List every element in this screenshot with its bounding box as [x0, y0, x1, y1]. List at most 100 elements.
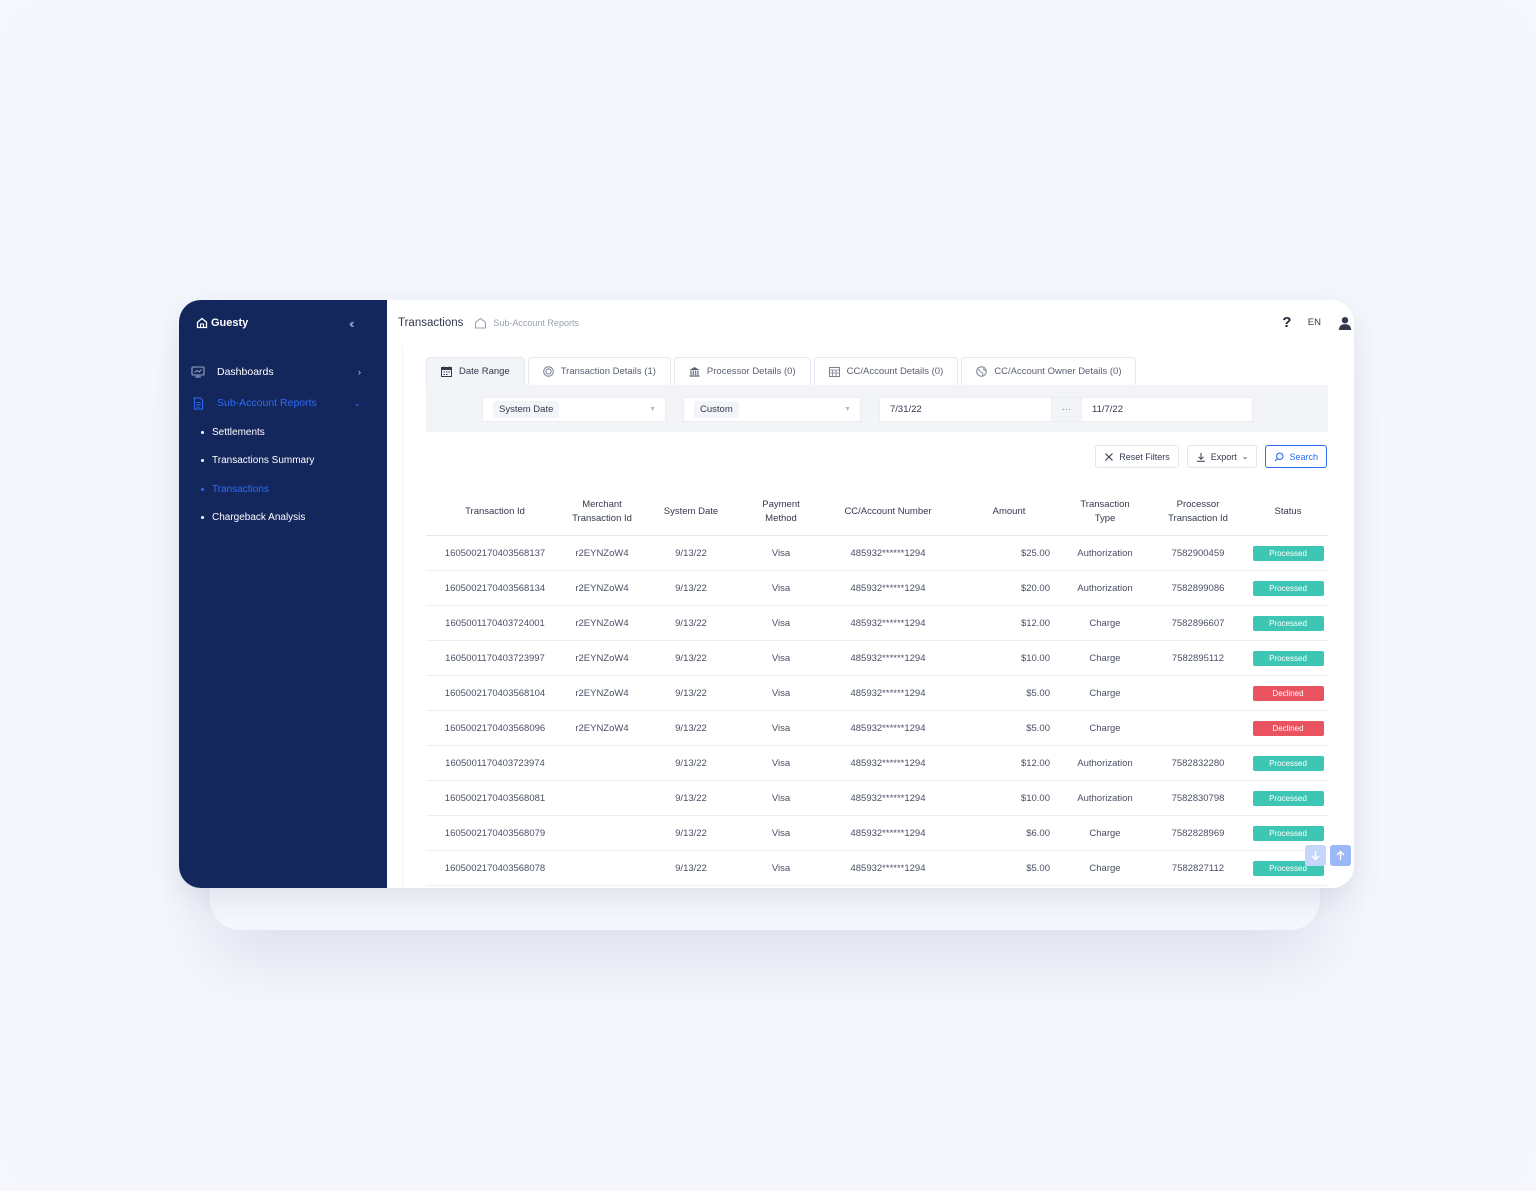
range-type-select[interactable]: Custom ▼ [683, 397, 861, 422]
column-header[interactable]: Transaction Type [1062, 498, 1148, 526]
tab-cc-account-owner-details[interactable]: CC/Account Owner Details (0) [961, 357, 1137, 385]
breadcrumb[interactable]: Sub-Account Reports [474, 317, 579, 329]
column-header-label: CC/Account Number [844, 506, 932, 517]
column-header-label: Amount [992, 506, 1026, 517]
table-cell: 485932******1294 [850, 687, 926, 699]
arrow-down-icon [1311, 851, 1320, 861]
table-cell: Processed [1248, 755, 1328, 771]
table-row[interactable]: 1605002170403568079 9/13/22 Visa 485932****… [426, 816, 1328, 851]
sidebar-item-label: Sub-Account Reports [217, 397, 317, 409]
chevron-down-icon: ⌄ [353, 397, 361, 408]
tab-date-range[interactable]: Date Range [426, 357, 525, 385]
tab-cc-account-details[interactable]: CC/Account Details (0) [813, 357, 959, 385]
date-to-value: 11/7/22 [1092, 404, 1123, 415]
page-title: Transactions [398, 317, 464, 329]
table-cell: 1605001170403723974 [445, 757, 545, 769]
status-badge: Processed [1252, 650, 1324, 666]
tab-transaction-details[interactable]: Transaction Details (1) [527, 357, 671, 385]
calendar-icon [441, 366, 452, 377]
transactions-table: Transaction Id Merchant Transaction Id Syst… [426, 489, 1328, 886]
user-icon[interactable] [1338, 316, 1352, 330]
date-range-separator: ··· [1051, 397, 1082, 422]
table-cell: Processed [1248, 650, 1328, 666]
target-icon [542, 366, 554, 377]
sidebar-subitem-transactions[interactable]: Transactions [201, 484, 269, 495]
table-row[interactable]: 1605002170403568078 9/13/22 Visa 485932****… [426, 851, 1328, 886]
main-area: Transactions Sub-Account Reports ? EN Da… [387, 300, 1354, 888]
column-header-label: Transaction Id [1168, 513, 1228, 524]
column-header[interactable]: Status [1248, 505, 1328, 519]
sidebar-subitem-settlements[interactable]: Settlements [201, 427, 265, 438]
table-row[interactable]: 1605001170403723974 9/13/22 Visa 485932****… [426, 746, 1328, 781]
table-cell: Visa [771, 757, 791, 769]
column-header[interactable]: CC/Account Number [820, 505, 956, 519]
table-cell: r2EYNZoW4 [575, 687, 629, 699]
table-cell: 9/13/22 [675, 582, 707, 594]
table-cell: 1605001170403723997 [445, 652, 545, 664]
column-header[interactable]: System Date [640, 505, 742, 519]
export-button[interactable]: Export ⌄ [1186, 445, 1258, 468]
status-badge: Processed [1252, 545, 1324, 561]
table-row[interactable]: 1605001170403723997 r2EYNZoW4 9/13/22 Visa 4… [426, 641, 1328, 676]
table-cell: 9/13/22 [675, 827, 707, 839]
table-cell: r2EYNZoW4 [575, 652, 629, 664]
table-cell: Charge [1089, 617, 1121, 629]
column-header[interactable]: Merchant Transaction Id [564, 498, 640, 526]
search-label: Search [1289, 451, 1318, 462]
sidebar-subitem-transactions-summary[interactable]: Transactions Summary [201, 455, 314, 466]
status-badge: Declined [1252, 720, 1324, 736]
column-header-label: Type [1094, 513, 1116, 524]
brand-logo[interactable]: Guesty [196, 317, 248, 329]
date-field-select[interactable]: System Date ▼ [482, 397, 666, 422]
tab-label: CC/Account Owner Details (0) [994, 366, 1122, 377]
tab-label: Processor Details (0) [706, 366, 796, 377]
column-header-label: Transaction [1080, 499, 1130, 510]
document-icon [191, 396, 205, 410]
top-bar: Transactions Sub-Account Reports ? EN [387, 300, 1354, 346]
status-badge: Processed [1252, 755, 1324, 771]
scroll-up-button[interactable] [1330, 845, 1351, 866]
column-header[interactable]: Processor Transaction Id [1148, 498, 1248, 526]
table-row[interactable]: 1605002170403568104 r2EYNZoW4 9/13/22 Visa 4… [426, 676, 1328, 711]
table-row[interactable]: 1605002170403568096 r2EYNZoW4 9/13/22 Visa 4… [426, 711, 1328, 746]
column-header[interactable]: Amount [956, 505, 1062, 519]
table-cell: Processed [1248, 545, 1328, 561]
column-header[interactable]: Payment Method [742, 498, 820, 526]
sidebar-item-sub-account-reports[interactable]: Sub-Account Reports ⌄ [191, 396, 375, 410]
table-cell: Visa [771, 582, 791, 594]
table-cell: 485932******1294 [850, 862, 926, 874]
sidebar-item-dashboards[interactable]: Dashboards › [191, 366, 375, 378]
table-actions: Reset Filters Export ⌄ Search [1095, 445, 1327, 468]
sidebar-subitem-chargeback-analysis[interactable]: Chargeback Analysis [201, 512, 305, 523]
table-cell: 1605001170403724001 [445, 617, 545, 629]
table-row[interactable]: 1605002170403568081 9/13/22 Visa 485932****… [426, 781, 1328, 816]
collapse-sidebar-icon[interactable]: ‹‹ [349, 316, 354, 331]
table-cell: $10.00 [1020, 652, 1050, 664]
language-selector[interactable]: EN [1308, 317, 1321, 328]
table-row[interactable]: 1605001170403724001 r2EYNZoW4 9/13/22 Visa 4… [426, 606, 1328, 641]
table-cell: 1605002170403568081 [444, 792, 546, 804]
date-to-input[interactable]: 11/7/22 [1081, 397, 1253, 422]
column-header[interactable]: Transaction Id [426, 505, 564, 519]
bullet-icon [201, 516, 204, 519]
date-from-input[interactable]: 7/31/22 [879, 397, 1052, 422]
search-button[interactable]: Search [1265, 445, 1327, 468]
table-cell: 9/13/22 [675, 757, 707, 769]
table-row[interactable]: 1605002170403568137 r2EYNZoW4 9/13/22 Visa 4… [426, 536, 1328, 571]
help-icon[interactable]: ? [1278, 314, 1296, 331]
table-cell: 7582828969 [1171, 827, 1225, 839]
table-cell: 7582827112 [1171, 862, 1225, 874]
table-cell: 1605002170403568078 [444, 862, 546, 874]
tab-label: CC/Account Details (0) [846, 366, 944, 377]
scroll-down-button[interactable] [1305, 845, 1326, 866]
reset-filters-button[interactable]: Reset Filters [1095, 445, 1179, 468]
tab-processor-details[interactable]: Processor Details (0) [673, 357, 811, 385]
filter-tabs: Date Range Transaction Details (1) Proce… [426, 357, 1137, 385]
table-cell: 9/13/22 [675, 792, 707, 804]
reset-filters-label: Reset Filters [1119, 451, 1170, 462]
download-icon [1196, 452, 1205, 462]
chevron-down-icon: ▼ [844, 406, 851, 413]
table-row[interactable]: 1605002170403568134 r2EYNZoW4 9/13/22 Visa 4… [426, 571, 1328, 606]
table-cell: 1605002170403568079 [444, 827, 546, 839]
column-header-label: Transaction Id [465, 506, 525, 517]
